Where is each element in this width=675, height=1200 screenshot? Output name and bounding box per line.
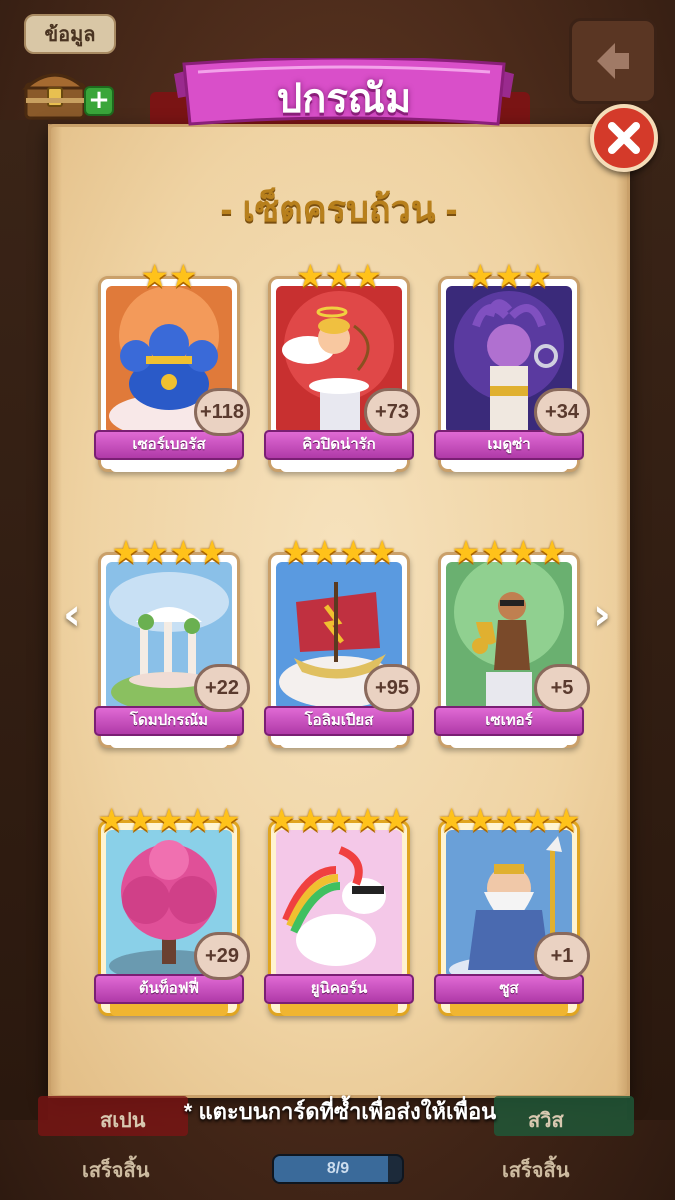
star-icon: ★ bbox=[494, 257, 524, 295]
star-icon: ★ bbox=[509, 533, 538, 571]
duplicate-count-badge: +22 bbox=[194, 664, 250, 712]
star-icon: ★ bbox=[295, 801, 325, 839]
add-chest-button[interactable]: + bbox=[84, 86, 114, 116]
card-bottom bbox=[110, 736, 228, 748]
treasure-chest-icon[interactable] bbox=[22, 66, 88, 122]
star-icon: ★ bbox=[212, 801, 241, 839]
star-icon: ★ bbox=[324, 801, 354, 839]
card-stars: ★ ★ ★ ★ bbox=[268, 536, 410, 568]
star-icon: ★ bbox=[523, 801, 553, 839]
star-icon: ★ bbox=[140, 533, 169, 571]
close-button[interactable] bbox=[590, 104, 658, 172]
done-label-right: เสร็จสิ้น bbox=[502, 1160, 570, 1182]
card-bottom bbox=[450, 736, 568, 748]
star-icon: ★ bbox=[353, 257, 383, 295]
card-name: ยูนิคอร์น bbox=[264, 974, 414, 1004]
duplicate-count-badge: +95 bbox=[364, 664, 420, 712]
duplicate-count-badge: +118 bbox=[194, 388, 250, 436]
card-bottom bbox=[280, 1004, 398, 1016]
back-arrow-icon bbox=[597, 43, 629, 79]
card-stars: ★ ★ ★ ★ ★ bbox=[437, 801, 581, 839]
done-label-left: เสร็จสิ้น bbox=[82, 1160, 150, 1182]
card-item[interactable]: ★ ★ ★ เมดูซ่า +34 bbox=[434, 260, 590, 472]
info-button[interactable]: ข้อมูล bbox=[24, 14, 116, 54]
star-icon: ★ bbox=[353, 801, 383, 839]
star-icon: ★ bbox=[465, 257, 495, 295]
card-item[interactable]: ★ ★ ★ ★ ★ ยูนิคอร์น bbox=[264, 804, 414, 1016]
star-icon: ★ bbox=[367, 533, 397, 571]
star-icon: ★ bbox=[169, 533, 198, 571]
star-icon: ★ bbox=[281, 533, 311, 571]
card-bottom bbox=[110, 460, 228, 472]
close-icon bbox=[608, 122, 640, 154]
back-button[interactable] bbox=[569, 18, 657, 104]
star-icon: ★ bbox=[451, 533, 481, 571]
star-icon: ★ bbox=[97, 801, 126, 839]
card-stars: ★ ★ ★ ★ bbox=[438, 536, 580, 568]
star-icon: ★ bbox=[111, 533, 141, 571]
star-icon: ★ bbox=[382, 801, 411, 839]
card-item[interactable]: ★ ★ ★ ★ โอลิมเปียส +95 bbox=[264, 536, 420, 748]
background-right-panel bbox=[627, 120, 675, 1120]
card-bottom bbox=[280, 736, 398, 748]
star-icon: ★ bbox=[169, 257, 198, 295]
star-icon: ★ bbox=[552, 801, 581, 839]
set-complete-heading: - เซ็ตครบถ้วน - bbox=[220, 188, 458, 229]
star-icon: ★ bbox=[197, 533, 227, 571]
card-bottom bbox=[110, 1004, 228, 1016]
card-stars: ★ ★ ★ bbox=[268, 260, 410, 292]
card-item[interactable]: ★ ★ ★ คิวปิดน่ารัก +73 bbox=[264, 260, 420, 472]
duplicate-count-badge: +1 bbox=[534, 932, 590, 980]
star-icon: ★ bbox=[310, 533, 339, 571]
star-icon: ★ bbox=[125, 801, 155, 839]
duplicate-count-badge: +73 bbox=[364, 388, 420, 436]
star-icon: ★ bbox=[295, 257, 325, 295]
star-icon: ★ bbox=[267, 801, 296, 839]
card-item[interactable]: ★ ★ ★ ★ ★ ต้นท็อฟฟี่ +29 bbox=[94, 804, 250, 1016]
card-bottom bbox=[450, 1004, 568, 1016]
card-item[interactable]: ★ ★ ★ ★ โดมปกรณัม +22 bbox=[94, 536, 250, 748]
star-icon: ★ bbox=[480, 533, 509, 571]
star-icon: ★ bbox=[183, 801, 213, 839]
card-item[interactable]: ★ ★ ★ ★ ★ ซูส +1 bbox=[434, 804, 590, 1016]
duplicate-count-badge: +34 bbox=[534, 388, 590, 436]
card-stars: ★ ★ ★ ★ ★ bbox=[97, 801, 241, 839]
chevron-right-icon[interactable]: › bbox=[582, 590, 622, 640]
star-icon: ★ bbox=[324, 257, 354, 295]
card-stars: ★ ★ ★ ★ bbox=[98, 536, 240, 568]
star-icon: ★ bbox=[140, 257, 169, 295]
card-item[interactable]: ★ ★ เซอร์เบอรัส +118 bbox=[94, 260, 250, 472]
background-left-panel bbox=[0, 120, 48, 1120]
star-icon: ★ bbox=[494, 801, 524, 839]
card-bottom bbox=[450, 460, 568, 472]
card-art-unicorn bbox=[276, 830, 402, 978]
card-stars: ★ ★ ★ ★ ★ bbox=[267, 801, 411, 839]
set-progress-bar: 8/9 bbox=[272, 1154, 404, 1184]
card-item[interactable]: ★ ★ ★ ★ เซเทอร์ +5 bbox=[434, 536, 590, 748]
star-icon: ★ bbox=[537, 533, 567, 571]
duplicate-count-badge: +5 bbox=[534, 664, 590, 712]
star-icon: ★ bbox=[465, 801, 495, 839]
progress-text: 8/9 bbox=[326, 1160, 350, 1177]
page-title: ปกรณัม bbox=[276, 77, 412, 121]
star-icon: ★ bbox=[437, 801, 466, 839]
star-icon: ★ bbox=[339, 533, 368, 571]
star-icon: ★ bbox=[523, 257, 553, 295]
card-stars: ★ ★ bbox=[98, 260, 240, 292]
duplicate-count-badge: +29 bbox=[194, 932, 250, 980]
card-stars: ★ ★ ★ bbox=[438, 260, 580, 292]
card-bottom bbox=[280, 460, 398, 472]
star-icon: ★ bbox=[154, 801, 184, 839]
duplicate-card-hint: * แตะบนการ์ดที่ซ้ำเพื่อส่งให้เพื่อน bbox=[183, 1099, 497, 1124]
chevron-left-icon[interactable]: ‹ bbox=[52, 590, 92, 640]
